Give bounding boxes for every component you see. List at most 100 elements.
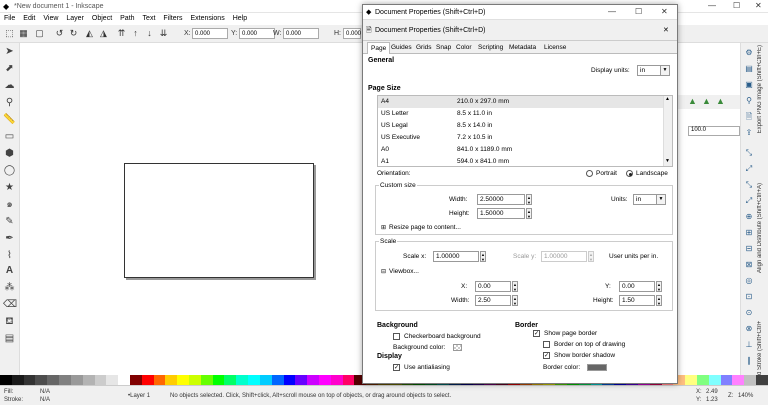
palette-swatch[interactable] <box>307 375 319 385</box>
select-all-icon[interactable]: ⬚ <box>4 28 15 39</box>
snap-mid-icon[interactable]: ⊙ <box>743 307 755 319</box>
select-all-layers-icon[interactable]: ▦ <box>18 28 29 39</box>
background-color-swatch[interactable] <box>453 344 462 351</box>
rotate-ccw-icon[interactable]: ↺ <box>54 28 65 39</box>
border-shadow-checkbox[interactable]: ✓ <box>543 352 550 359</box>
palette-swatch[interactable] <box>318 375 331 385</box>
zoom-level[interactable]: 140% <box>738 393 753 399</box>
menu-edit[interactable]: Edit <box>19 13 39 24</box>
width-stepper[interactable]: ▲ ▼ <box>526 194 532 205</box>
layers-icon[interactable]: ▤ <box>743 63 755 75</box>
palette-swatch[interactable] <box>295 375 308 385</box>
star-tool-icon[interactable]: ★ <box>3 181 16 194</box>
checkerboard-checkbox[interactable] <box>393 333 400 340</box>
viewbox-expand-icon[interactable]: ⊟ <box>381 268 386 275</box>
calligraphy-tool-icon[interactable]: ⌇ <box>3 249 16 262</box>
border-on-top-checkbox[interactable] <box>543 341 550 348</box>
width-input[interactable]: 2.50000 <box>477 194 525 205</box>
viewbox-x-input[interactable]: 0.00 <box>475 281 511 292</box>
objects-icon[interactable]: ▣ <box>743 79 755 91</box>
arrow-up-icon-3[interactable]: ▲ <box>716 96 725 106</box>
scale-x-input[interactable]: 1.00000 <box>433 251 479 262</box>
palette-swatch[interactable] <box>59 375 71 385</box>
viewbox-height-input[interactable]: 1.50 <box>619 295 655 306</box>
document-icon[interactable]: 🗎 <box>743 111 755 123</box>
close-icon[interactable]: ✕ <box>755 1 762 10</box>
zoom-field[interactable]: 100.0 <box>688 126 740 136</box>
show-border-checkbox[interactable]: ✓ <box>533 330 540 337</box>
palette-swatch[interactable] <box>129 375 142 385</box>
tab-scripting[interactable]: Scripting <box>478 44 503 51</box>
menu-help[interactable]: Help <box>229 13 251 24</box>
raise-to-top-icon[interactable]: ⇈ <box>116 28 127 39</box>
tweak-tool-icon[interactable]: ☁ <box>3 79 16 92</box>
rectangle-tool-icon[interactable]: ▭ <box>3 130 16 143</box>
palette-swatch[interactable] <box>35 375 48 385</box>
palette-swatch[interactable] <box>248 375 260 385</box>
dialog-maximize-icon[interactable]: ☐ <box>635 7 642 16</box>
viewbox-y-stepper[interactable]: ▲ ▼ <box>656 281 662 292</box>
palette-swatch[interactable] <box>106 375 119 385</box>
palette-swatch[interactable] <box>744 375 756 385</box>
palette-swatch[interactable] <box>47 375 60 385</box>
tab-snap[interactable]: Snap <box>436 44 451 51</box>
snap-smooth-icon[interactable]: ◎ <box>743 275 755 287</box>
ellipse-tool-icon[interactable]: ◯ <box>3 164 16 177</box>
viewbox-y-input[interactable]: 0.00 <box>619 281 655 292</box>
palette-swatch[interactable] <box>708 375 721 385</box>
snap-perp-icon[interactable]: ⊥ <box>743 339 755 351</box>
palette-swatch[interactable] <box>236 375 249 385</box>
palette-swatch[interactable] <box>189 375 201 385</box>
palette-swatch[interactable] <box>177 375 189 385</box>
palette-swatch[interactable] <box>200 375 213 385</box>
scale-x-stepper[interactable]: ▲ ▼ <box>480 251 486 262</box>
palette-swatch[interactable] <box>720 375 733 385</box>
menu-path[interactable]: Path <box>116 13 138 24</box>
menu-extensions[interactable]: Extensions <box>186 13 228 24</box>
snap-icon[interactable]: ⤡ <box>743 147 755 159</box>
viewbox-x-stepper[interactable]: ▲ ▼ <box>512 281 518 292</box>
landscape-radio[interactable] <box>626 170 633 177</box>
palette-swatch[interactable] <box>756 375 768 385</box>
layer-selector[interactable]: •Layer 1 <box>128 393 150 399</box>
spiral-tool-icon[interactable]: ๑ <box>3 198 16 211</box>
list-item[interactable]: US Letter 8.5 x 11.0 in <box>378 108 664 120</box>
scroll-up-icon[interactable]: ▲ <box>665 96 670 102</box>
menu-file[interactable]: File <box>0 13 19 24</box>
palette-swatch[interactable] <box>342 375 355 385</box>
snap-grid-icon[interactable]: ⊟ <box>743 243 755 255</box>
units-select[interactable]: in ▼ <box>633 194 666 205</box>
tab-metadata[interactable]: Metadata <box>509 44 536 51</box>
viewbox-width-stepper[interactable]: ▲ ▼ <box>512 295 518 306</box>
deselect-icon[interactable]: ▢ <box>34 28 45 39</box>
maximize-icon[interactable]: ☐ <box>733 1 740 10</box>
arrow-up-icon[interactable]: ▲ <box>688 96 697 106</box>
tab-grids[interactable]: Grids <box>416 44 432 51</box>
bucket-tool-icon[interactable]: ⛾ <box>3 315 16 328</box>
flip-vertical-icon[interactable]: ◮ <box>98 28 109 39</box>
scroll-down-icon[interactable]: ▼ <box>665 158 670 164</box>
snap-guide-icon[interactable]: ⊠ <box>743 259 755 271</box>
palette-swatch[interactable] <box>271 375 284 385</box>
palette-swatch[interactable] <box>94 375 107 385</box>
arrow-up-icon-2[interactable]: ▲ <box>702 96 711 106</box>
panel-close-icon[interactable]: ✕ <box>663 26 669 34</box>
snap-page-icon[interactable]: ⊞ <box>743 227 755 239</box>
selector-tool-icon[interactable]: ➤ <box>3 45 16 58</box>
raise-icon[interactable]: ↑ <box>130 28 141 39</box>
w-input[interactable]: 0.000 <box>283 28 319 39</box>
tab-color[interactable]: Color <box>456 44 472 51</box>
lower-icon[interactable]: ↓ <box>144 28 155 39</box>
list-item[interactable]: US Legal 8.5 x 14.0 in <box>378 120 664 132</box>
dialog-close-icon[interactable]: ✕ <box>661 7 668 16</box>
snap-others-icon[interactable]: ⊗ <box>743 323 755 335</box>
menu-filters[interactable]: Filters <box>159 13 186 24</box>
minimize-icon[interactable]: — <box>708 1 716 10</box>
pencil-tool-icon[interactable]: ✎ <box>3 215 16 228</box>
antialias-checkbox[interactable]: ✓ <box>393 364 400 371</box>
text-tool-icon[interactable]: A <box>3 264 16 277</box>
palette-swatch[interactable] <box>23 375 36 385</box>
list-item[interactable]: A0 841.0 x 1189.0 mm <box>378 144 664 156</box>
palette-swatch[interactable] <box>165 375 178 385</box>
xml-editor-icon[interactable]: ⚙ <box>743 47 755 59</box>
